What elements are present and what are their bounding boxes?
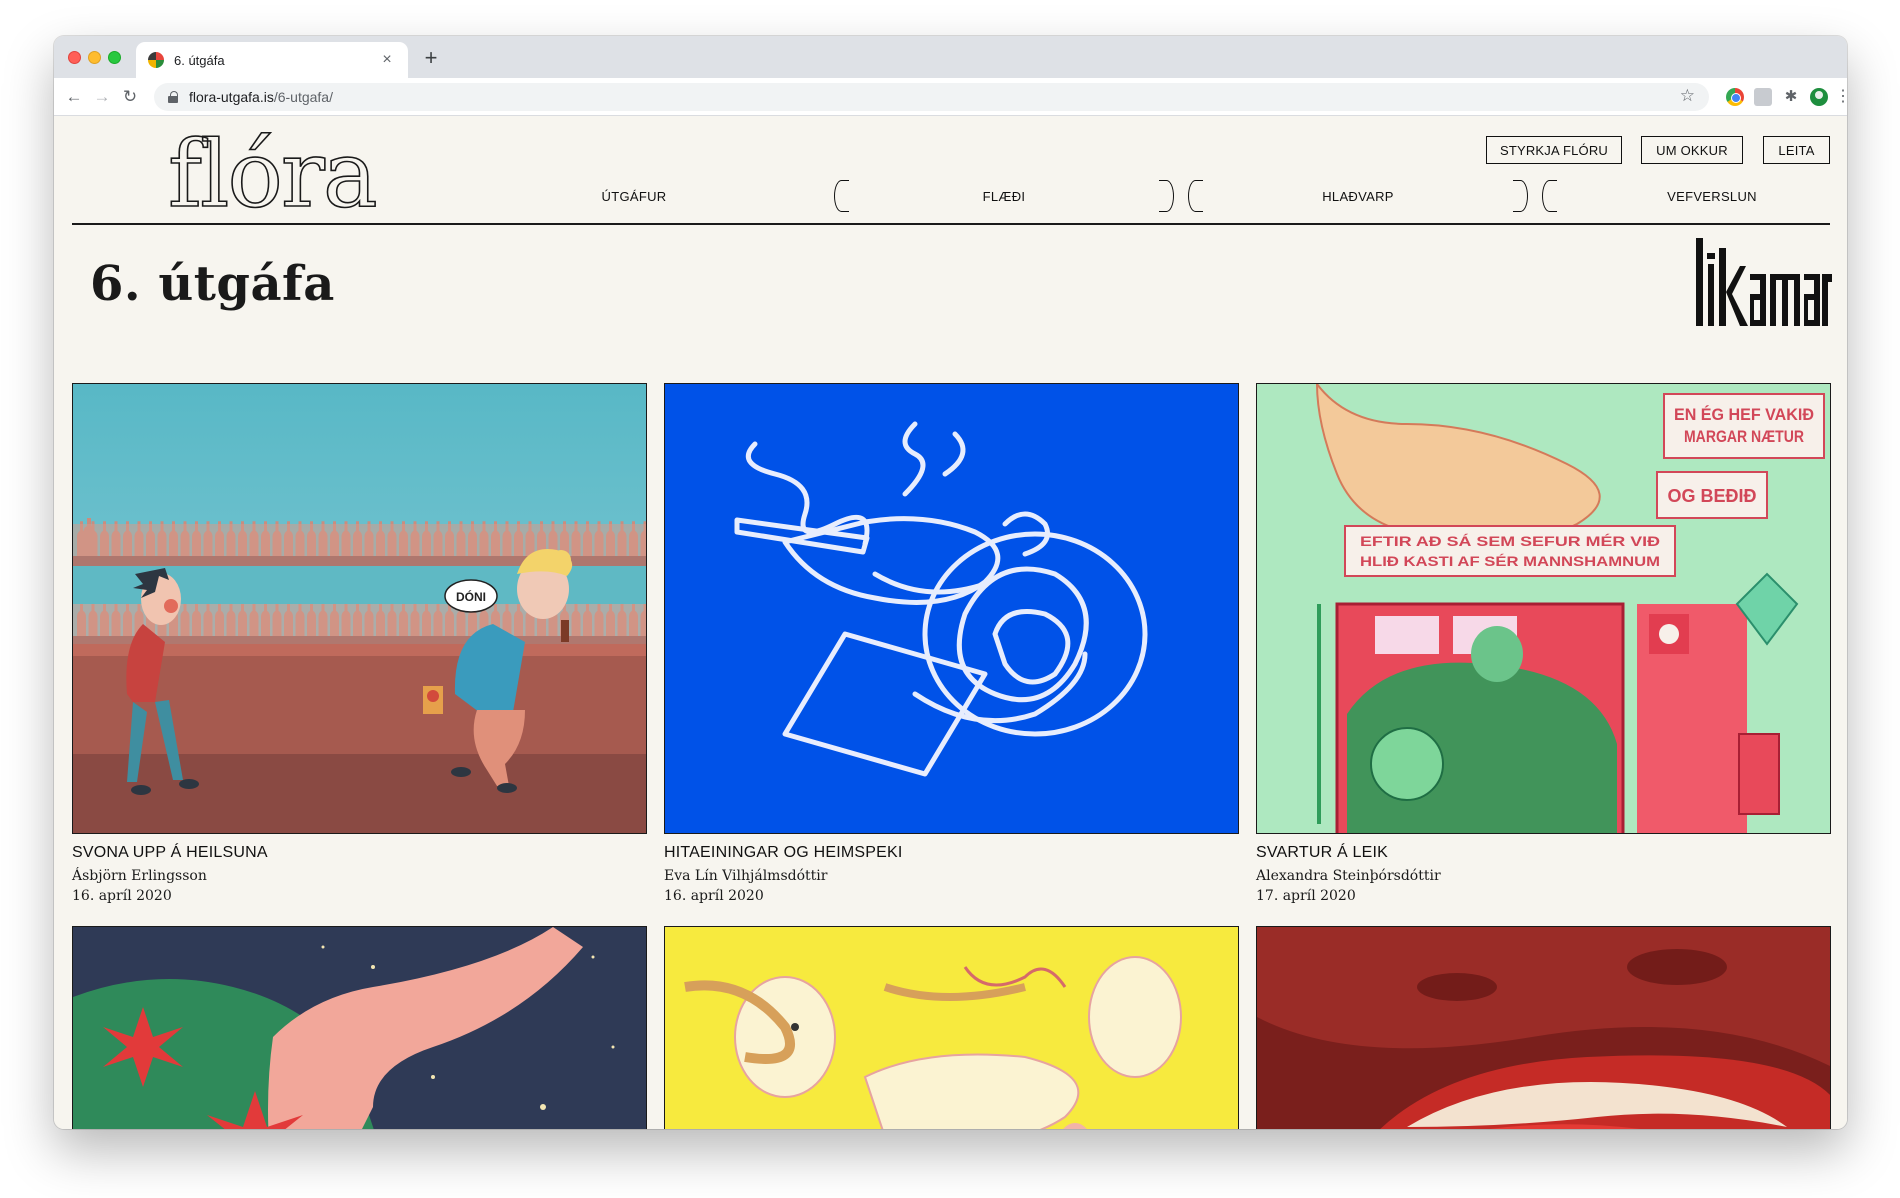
lock-icon[interactable] — [168, 91, 180, 103]
article-card[interactable]: HITAEININGAR OG HEIMSPEKI Eva Lín Vilhjá… — [664, 383, 1239, 904]
article-title[interactable]: SVARTUR Á LEIK — [1256, 844, 1831, 862]
article-image[interactable] — [664, 926, 1239, 1129]
new-tab-button[interactable]: + — [418, 46, 444, 70]
back-arrow-icon[interactable]: ← — [62, 85, 86, 109]
profile-icon[interactable] — [1810, 88, 1828, 106]
browser-toolbar: ← → ↻ flora-utgafa.is/6-utgafa/ ☆ ✱ ⋮ — [54, 78, 1847, 116]
svg-text:DÓNI: DÓNI — [456, 589, 486, 604]
maximize-window-icon[interactable] — [108, 51, 121, 64]
article-card[interactable] — [1256, 926, 1831, 1129]
article-image[interactable]: DÓNI — [72, 383, 647, 834]
issue-logo — [1696, 238, 1832, 326]
support-button[interactable]: STYRKJA FLÓRU — [1486, 136, 1622, 164]
search-button[interactable]: LEITA — [1763, 136, 1830, 164]
caption-1a: EN ÉG HEF VAKIÐ — [1674, 405, 1814, 424]
reload-icon[interactable]: ↻ — [118, 85, 142, 109]
article-author[interactable]: Ásbjörn Erlingsson — [72, 868, 647, 884]
article-date: 17. apríl 2020 — [1256, 888, 1356, 904]
speech-bubble: DÓNI — [444, 579, 498, 613]
article-image[interactable]: EN ÉG HEF VAKIÐ MARGAR NÆTUR OG BEÐIÐ EF… — [1256, 383, 1831, 834]
nav-item-vefverslun[interactable]: VEFVERSLUN — [1542, 178, 1847, 214]
caption-1b: MARGAR NÆTUR — [1684, 427, 1804, 446]
browser-tab[interactable]: 6. útgáfa × — [136, 42, 408, 78]
caption-3a: EFTIR AÐ SÁ SEM SEFUR MÉR VIÐ — [1360, 533, 1660, 549]
forward-arrow-icon[interactable]: → — [90, 85, 114, 109]
browser-window: 6. útgáfa × + ← → ↻ flora-utgafa.is/6-ut… — [54, 36, 1847, 1129]
article-date: 16. apríl 2020 — [72, 888, 172, 904]
nav-item-flaedi[interactable]: FLÆÐI — [834, 178, 1174, 214]
minimize-window-icon[interactable] — [88, 51, 101, 64]
nav-item-hladvarp[interactable]: HLAÐVARP — [1188, 178, 1528, 214]
tab-close-icon[interactable]: × — [378, 51, 396, 69]
article-image[interactable] — [72, 926, 647, 1129]
article-title[interactable]: SVONA UPP Á HEILSUNA — [72, 844, 647, 862]
article-card[interactable] — [72, 926, 647, 1129]
star-icon[interactable]: ☆ — [1680, 86, 1695, 106]
article-image[interactable] — [1256, 926, 1831, 1129]
article-card[interactable] — [664, 926, 1239, 1129]
about-button[interactable]: UM OKKUR — [1641, 136, 1743, 164]
article-card[interactable]: EN ÉG HEF VAKIÐ MARGAR NÆTUR OG BEÐIÐ EF… — [1256, 383, 1831, 904]
web-page: flóra STYRKJA FLÓRU UM OKKUR LEITA ÚTGÁF… — [54, 116, 1847, 1129]
puzzle-icon[interactable]: ✱ — [1782, 88, 1800, 106]
article-image[interactable] — [664, 383, 1239, 834]
more-icon[interactable]: ⋮ — [1835, 88, 1847, 106]
close-window-icon[interactable] — [68, 51, 81, 64]
url-path: /6-utgafa/ — [273, 89, 333, 105]
article-card[interactable]: DÓNI SVONA UPP Á HEILSUNA Ásbjörn Erling… — [72, 383, 647, 904]
caption-3b: HLIÐ KASTI AF SÉR MANNSHAMNUM — [1360, 553, 1660, 569]
tab-strip: 6. útgáfa × + — [54, 36, 1847, 78]
article-title[interactable]: HITAEININGAR OG HEIMSPEKI — [664, 844, 1239, 862]
header-divider — [72, 223, 1830, 225]
article-author[interactable]: Alexandra Steinþórsdóttir — [1256, 868, 1831, 884]
address-bar[interactable]: flora-utgafa.is/6-utgafa/ ☆ — [154, 83, 1709, 111]
page-title: 6. útgáfa — [90, 256, 335, 312]
tab-title: 6. útgáfa — [174, 52, 225, 68]
nav-item-utgafur[interactable]: ÚTGÁFUR — [464, 178, 804, 214]
site-favicon-icon — [148, 52, 164, 68]
site-logo[interactable]: flóra — [167, 120, 378, 230]
article-author[interactable]: Eva Lín Vilhjálmsdóttir — [664, 868, 1239, 884]
extension-icon[interactable] — [1726, 88, 1744, 106]
caption-2: OG BEÐIÐ — [1667, 486, 1756, 506]
extension-icon[interactable] — [1754, 88, 1772, 106]
url-host: flora-utgafa.is — [189, 89, 274, 105]
main-nav: ÚTGÁFUR FLÆÐI HLAÐVARP VEFVERSLUN — [464, 178, 1837, 214]
article-date: 16. apríl 2020 — [664, 888, 764, 904]
issue-logo-lettering — [1696, 238, 1832, 326]
